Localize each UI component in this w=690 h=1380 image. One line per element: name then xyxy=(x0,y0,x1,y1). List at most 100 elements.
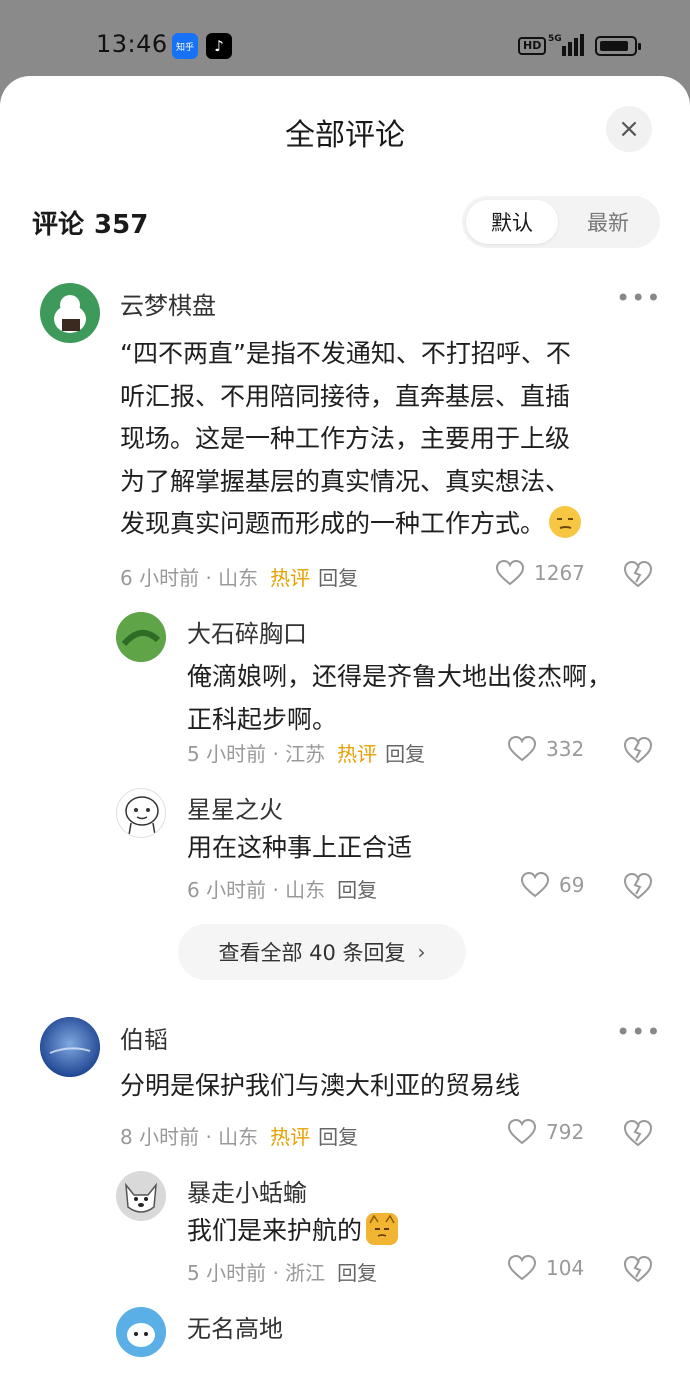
comment-text: 分明是保护我们与澳大利亚的贸易线 xyxy=(120,1065,660,1108)
reply-meta: 5 小时前 · 浙江 回复 xyxy=(187,1261,378,1285)
reply-button[interactable]: 回复 xyxy=(337,1261,377,1285)
reply-button[interactable]: 回复 xyxy=(385,742,425,766)
comment-count-value: 357 xyxy=(94,210,149,240)
like-button[interactable]: 1267 xyxy=(496,560,585,586)
like-count: 332 xyxy=(546,737,585,761)
like-count: 104 xyxy=(546,1256,585,1280)
comment-username[interactable]: 云梦棋盘 xyxy=(120,286,216,321)
sort-default-tab[interactable]: 默认 xyxy=(466,200,558,244)
reply-line: 我们是来护航的 xyxy=(187,1216,363,1245)
reply-meta: 6 小时前 · 山东 回复 xyxy=(187,878,378,902)
heart-icon xyxy=(521,872,549,898)
reply-location: 山东 xyxy=(285,878,326,902)
comment-time: 8 小时前 xyxy=(120,1125,200,1149)
status-time: 13:46 xyxy=(96,30,168,58)
battery-level xyxy=(600,41,628,51)
comment-count-label: 评论 xyxy=(32,210,85,240)
chevron-right-icon: › xyxy=(417,940,426,964)
view-all-label: 查看全部 40 条回复 xyxy=(218,941,406,965)
comment-location: 山东 xyxy=(218,1125,259,1149)
comment-line: “四不两直”是指不发通知、不打招呼、不 xyxy=(120,339,571,368)
comment-line: 听汇报、不用陪同接待，直奔基层、直插 xyxy=(120,381,571,411)
like-count: 792 xyxy=(546,1120,585,1144)
cat-emoji-icon xyxy=(366,1213,399,1245)
battery-icon xyxy=(595,36,641,56)
reply-location: 浙江 xyxy=(285,1261,326,1285)
heart-icon xyxy=(508,1255,536,1281)
reply-username[interactable]: 无名高地 xyxy=(187,1309,283,1344)
more-icon[interactable]: ••• xyxy=(616,1018,661,1046)
heart-icon xyxy=(508,1119,536,1145)
hot-badge: 热评 xyxy=(270,1125,311,1149)
reply-location: 江苏 xyxy=(285,742,326,766)
avatar-image xyxy=(116,1171,166,1221)
view-all-replies-button[interactable]: 查看全部 40 条回复 › xyxy=(178,924,466,980)
sort-latest-tab[interactable]: 最新 xyxy=(562,200,654,244)
sheet-title: 全部评论 xyxy=(285,118,405,153)
signal-icon: 5G xyxy=(548,34,584,56)
comment-count: 评论 357 xyxy=(32,204,148,241)
comment-line: 为了解掌握基层的真实情况、真实想法、 xyxy=(120,466,571,496)
tiktok-icon: ♪ xyxy=(206,33,232,59)
dislike-icon[interactable] xyxy=(624,736,652,764)
dislike-icon[interactable] xyxy=(624,560,652,588)
smirk-emoji-icon xyxy=(549,506,582,538)
zhihu-icon: 知乎 xyxy=(172,33,198,59)
avatar[interactable] xyxy=(40,283,100,343)
reply-line: 正科起步啊。 xyxy=(187,704,338,734)
avatar[interactable] xyxy=(116,1171,166,1221)
heart-icon xyxy=(496,560,524,586)
hd-badge: HD xyxy=(518,37,547,55)
svg-text:5G: 5G xyxy=(548,34,562,44)
reply-text: 俺滴娘咧，还得是齐鲁大地出俊杰啊， 正科起步啊。 xyxy=(187,656,647,741)
comment-line: 发现真实问题而形成的一种工作方式。 xyxy=(120,509,546,538)
comments-sheet: 全部评论 × 评论 357 默认 最新 云梦棋盘 ••• “四不两直”是指不发通知… xyxy=(0,76,690,1380)
avatar[interactable] xyxy=(116,612,166,662)
heart-icon xyxy=(508,736,536,762)
reply-button[interactable]: 回复 xyxy=(318,566,358,590)
like-button[interactable]: 104 xyxy=(508,1255,584,1281)
like-button[interactable]: 792 xyxy=(508,1119,584,1145)
avatar[interactable] xyxy=(116,1307,166,1357)
sort-toggle: 默认 最新 xyxy=(462,196,660,248)
reply-button[interactable]: 回复 xyxy=(318,1125,358,1149)
avatar-image xyxy=(40,1017,100,1077)
comment-meta: 8 小时前 · 山东 热评 回复 xyxy=(120,1125,359,1149)
close-button[interactable]: × xyxy=(606,106,652,152)
dislike-icon[interactable] xyxy=(624,872,652,900)
avatar[interactable] xyxy=(116,788,166,838)
comment-text: “四不两直”是指不发通知、不打招呼、不 听汇报、不用陪同接待，直奔基层、直插 现… xyxy=(120,333,660,546)
like-button[interactable]: 332 xyxy=(508,736,584,762)
status-bar: 13:46 知乎 ♪ HD 5G xyxy=(0,0,690,76)
reply-meta: 5 小时前 · 江苏 热评 回复 xyxy=(187,742,426,766)
comment-location: 山东 xyxy=(218,566,259,590)
avatar-image xyxy=(116,612,166,662)
reply-text-cutoff xyxy=(186,1350,646,1370)
like-count: 69 xyxy=(559,873,585,897)
dislike-icon[interactable] xyxy=(624,1119,652,1147)
comment-meta: 6 小时前 · 山东 热评 回复 xyxy=(120,566,359,590)
reply-line: 用在这种事上正合适 xyxy=(187,833,413,862)
avatar[interactable] xyxy=(40,1017,100,1077)
reply-text: 我们是来护航的 xyxy=(187,1210,647,1253)
hot-badge: 热评 xyxy=(270,566,311,590)
like-count: 1267 xyxy=(534,561,585,585)
avatar-image xyxy=(125,796,159,836)
comment-line: 现场。这是一种工作方法，主要用于上级 xyxy=(120,424,571,453)
hot-badge: 热评 xyxy=(337,742,378,766)
comment-username[interactable]: 伯韬 xyxy=(120,1020,168,1055)
close-icon: × xyxy=(618,114,640,144)
reply-username[interactable]: 暴走小蛞蝓 xyxy=(187,1173,307,1208)
more-icon[interactable]: ••• xyxy=(616,284,661,312)
dislike-icon[interactable] xyxy=(624,1255,652,1283)
reply-username[interactable]: 星星之火 xyxy=(187,790,283,825)
reply-line: 俺滴娘咧，还得是齐鲁大地出俊杰啊， xyxy=(187,662,613,691)
comment-time: 6 小时前 xyxy=(120,566,200,590)
avatar-image xyxy=(54,295,86,333)
avatar-image xyxy=(116,1307,166,1357)
reply-time: 5 小时前 xyxy=(187,742,267,766)
reply-username[interactable]: 大石碎胸口 xyxy=(187,614,307,649)
reply-button[interactable]: 回复 xyxy=(337,878,377,902)
like-button[interactable]: 69 xyxy=(521,872,584,898)
reply-time: 5 小时前 xyxy=(187,1261,267,1285)
